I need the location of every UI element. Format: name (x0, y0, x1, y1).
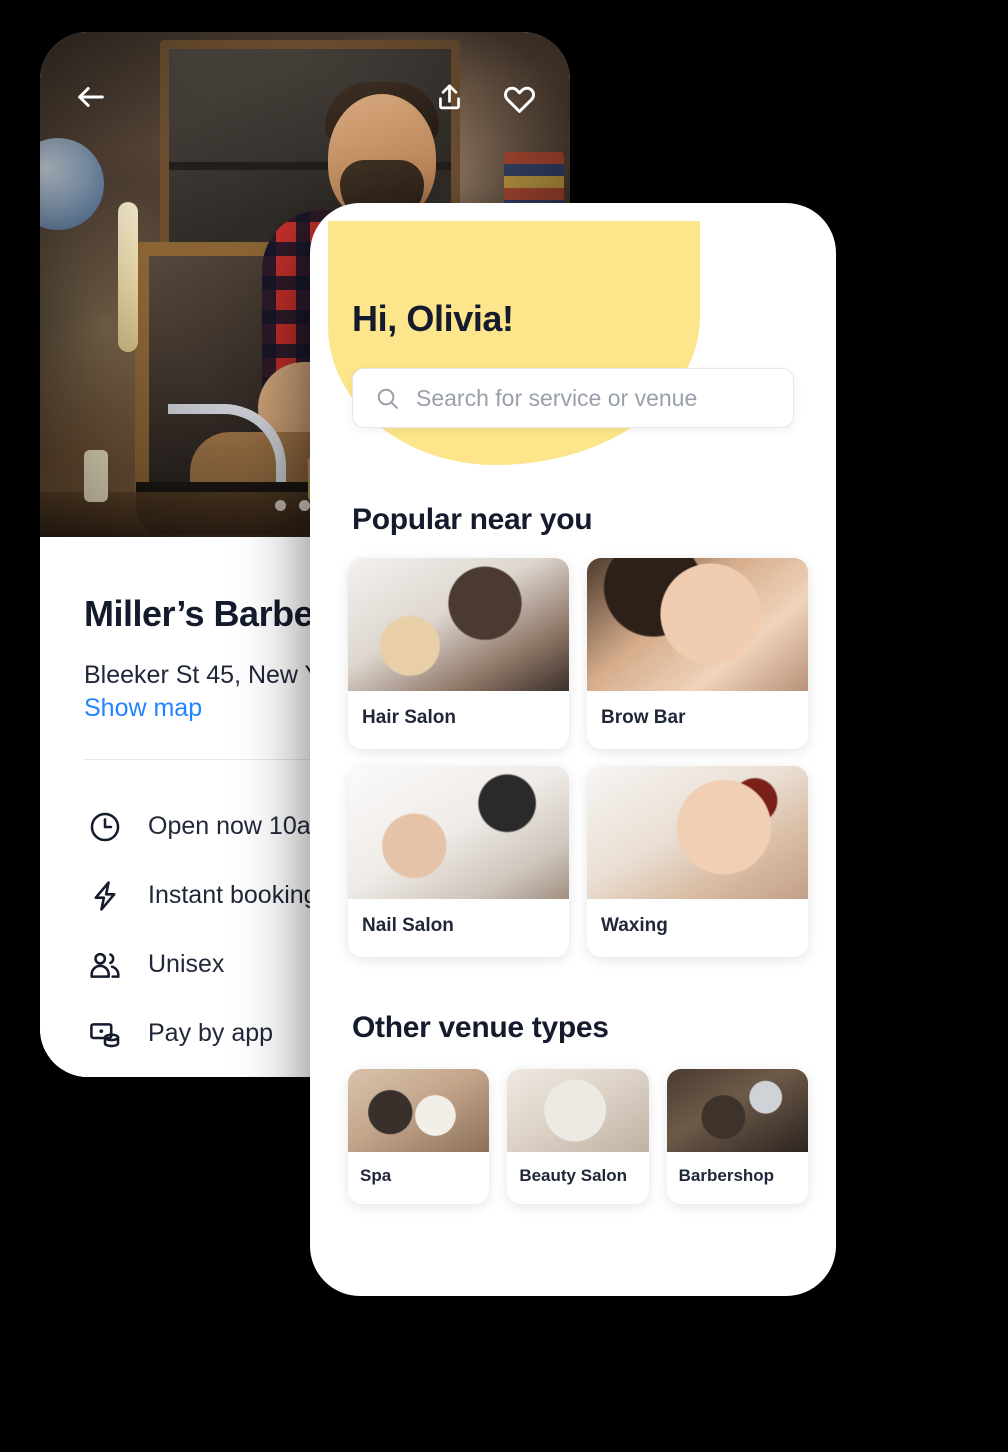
card-label: Beauty Salon (519, 1166, 628, 1185)
card-label: Waxing (601, 915, 668, 936)
card-label: Barbershop (678, 1166, 775, 1185)
heart-icon[interactable] (503, 81, 536, 114)
feature-label: Instant booking (148, 881, 318, 909)
show-map-link[interactable]: Show map (84, 694, 202, 723)
carousel-dot[interactable] (298, 500, 310, 511)
hero-top-bar (40, 32, 570, 162)
venue-type-card[interactable]: Barbershop (666, 1069, 808, 1204)
other-section-title: Other venue types (352, 1011, 609, 1044)
home-scroll-area[interactable]: Hi, Olivia! Popular near you Hair Salon (310, 203, 836, 1296)
arrow-left-icon[interactable] (74, 80, 108, 114)
feature-label: Pay by app (148, 1019, 274, 1047)
card-thumbnail (348, 558, 569, 691)
hero-carousel-dots[interactable] (40, 500, 570, 513)
venue-type-card[interactable]: Beauty Salon (507, 1069, 649, 1204)
card-thumbnail (587, 766, 808, 899)
search-icon (375, 386, 400, 411)
card-thumbnail (666, 1069, 808, 1152)
mockup-stage: Miller’s Barbers Bleeker St 45, New York… (0, 0, 1008, 1452)
card-label: Hair Salon (362, 707, 456, 728)
phone-home-screen: Hi, Olivia! Popular near you Hair Salon (310, 203, 836, 1296)
feature-label: Unisex (148, 950, 225, 978)
feature-label: Open now 10am (148, 812, 332, 840)
venue-type-card[interactable]: Waxing (587, 766, 808, 957)
carousel-dot-active[interactable] (322, 500, 336, 513)
other-venue-grid: Spa Beauty Salon Barbershop (348, 1069, 808, 1204)
people-icon (84, 944, 126, 986)
card-thumbnail (348, 766, 569, 899)
card-label: Brow Bar (601, 707, 686, 728)
card-thumbnail (507, 1069, 649, 1152)
clock-icon (84, 806, 126, 848)
popular-venue-grid: Hair Salon Brow Bar Nail Salon Waxing (348, 558, 808, 957)
card-thumbnail (348, 1069, 490, 1152)
lightning-icon (84, 875, 126, 917)
search-bar[interactable] (352, 368, 794, 428)
greeting-title: Hi, Olivia! (352, 298, 514, 339)
venue-type-card[interactable]: Brow Bar (587, 558, 808, 749)
card-label: Nail Salon (362, 915, 454, 936)
venue-type-card[interactable]: Hair Salon (348, 558, 569, 749)
search-input[interactable] (416, 384, 771, 412)
card-thumbnail (587, 558, 808, 691)
venue-type-card[interactable]: Spa (348, 1069, 490, 1204)
carousel-dot[interactable] (274, 500, 286, 511)
card-label: Spa (360, 1166, 392, 1185)
pay-card-icon (84, 1013, 126, 1055)
venue-type-card[interactable]: Nail Salon (348, 766, 569, 957)
share-icon[interactable] (434, 82, 465, 113)
